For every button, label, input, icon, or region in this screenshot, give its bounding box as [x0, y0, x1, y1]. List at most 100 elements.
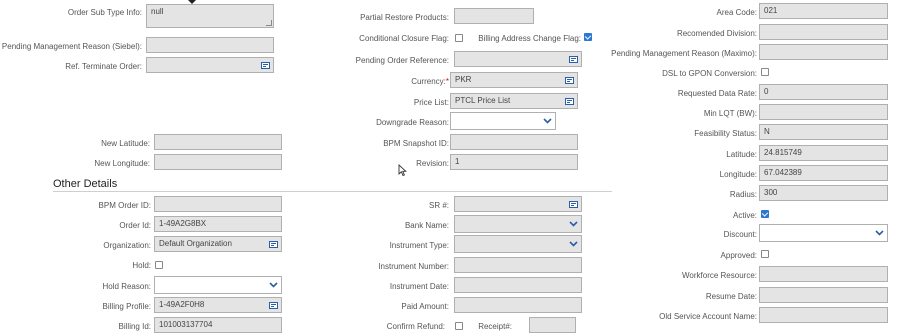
price-list-field[interactable]: PTCL Price List: [450, 93, 578, 109]
old-service-account-name-label: Old Service Account Name:: [659, 312, 757, 321]
price-list-label: Price List:: [413, 98, 449, 107]
chevron-down-icon[interactable]: [873, 227, 886, 239]
area-code-label: Area Code:: [716, 8, 757, 17]
picker-icon[interactable]: [563, 95, 576, 107]
new-latitude-label: New Latitude:: [101, 139, 150, 148]
longitude-field[interactable]: 67.042389: [759, 165, 888, 181]
discount-label: Discount:: [723, 230, 757, 239]
price-list-value: PTCL Price List: [455, 96, 511, 105]
picker-icon[interactable]: [267, 238, 280, 250]
organization-value: Default Organization: [159, 239, 232, 248]
chevron-down-icon[interactable]: [567, 218, 580, 230]
sr-number-label: SR #:: [428, 201, 449, 210]
picker-icon[interactable]: [267, 299, 280, 311]
revision-label: Revision:: [416, 159, 449, 168]
ref-terminate-order-label: Ref. Terminate Order:: [65, 62, 142, 71]
dsl-to-gpon-checkbox[interactable]: [761, 68, 769, 76]
sr-number-field[interactable]: [454, 196, 582, 212]
new-longitude-field[interactable]: [154, 154, 282, 170]
recommended-division-field[interactable]: [759, 24, 888, 40]
min-lqt-field[interactable]: [759, 104, 888, 120]
feasibility-status-field[interactable]: N: [759, 124, 888, 140]
pending-order-reference-field[interactable]: [454, 51, 582, 67]
required-marker: *: [445, 77, 449, 86]
billing-address-change-flag-checkbox[interactable]: [584, 33, 592, 41]
picker-icon[interactable]: [259, 59, 272, 71]
resume-date-field[interactable]: [759, 287, 888, 303]
latitude-field[interactable]: 24.815749: [759, 145, 888, 161]
instrument-type-label: Instrument Type:: [389, 241, 449, 250]
currency-value: PKR: [455, 75, 472, 84]
new-latitude-field[interactable]: [154, 134, 282, 150]
approved-label: Approved:: [720, 251, 757, 260]
other-details-heading: Other Details: [53, 178, 118, 190]
conditional-closure-flag-checkbox[interactable]: [455, 34, 463, 42]
active-checkbox[interactable]: [761, 210, 769, 218]
hold-reason-label: Hold Reason:: [102, 282, 151, 291]
picker-icon[interactable]: [563, 74, 576, 86]
old-service-account-name-field[interactable]: [759, 307, 888, 323]
currency-label: Currency:*: [411, 76, 449, 87]
hold-label: Hold:: [132, 261, 151, 270]
mouse-cursor-icon: [398, 164, 407, 177]
billing-profile-value: 1-49A2F0H8: [159, 300, 205, 309]
dsl-to-gpon-label: DSL to GPON Conversion:: [662, 69, 757, 78]
area-code-field[interactable]: 021: [759, 3, 888, 19]
pending-mgmt-reason-siebel-field[interactable]: [146, 37, 274, 53]
revision-field[interactable]: 1: [450, 154, 578, 170]
downgrade-reason-label: Downgrade Reason:: [376, 118, 449, 127]
chevron-down-icon[interactable]: [267, 279, 280, 291]
order-sub-type-info-value: null: [151, 7, 164, 16]
picker-icon[interactable]: [567, 53, 580, 65]
radius-label: Radius:: [729, 190, 757, 199]
chevron-down-icon[interactable]: [567, 238, 580, 250]
paid-amount-field[interactable]: [454, 297, 582, 313]
new-longitude-label: New Longitude:: [94, 159, 150, 168]
bank-name-label: Bank Name:: [404, 221, 449, 230]
order-id-field[interactable]: 1-49A2G8BX: [154, 216, 282, 232]
partial-restore-products-field[interactable]: [454, 8, 534, 24]
pending-mgmt-reason-maximo-label: Pending Management Reason (Maximo):: [611, 49, 757, 58]
downgrade-reason-select[interactable]: [450, 112, 556, 130]
instrument-date-field[interactable]: [454, 277, 582, 293]
billing-profile-field[interactable]: 1-49A2F0H8: [154, 297, 282, 313]
confirm-refund-checkbox[interactable]: [455, 322, 463, 330]
bpm-order-id-field[interactable]: [154, 196, 282, 212]
chevron-down-icon[interactable]: [541, 115, 554, 127]
resize-handle-icon[interactable]: [266, 20, 272, 26]
currency-label-text: Currency:: [411, 77, 446, 86]
instrument-number-field[interactable]: [454, 257, 582, 273]
bank-name-select[interactable]: [454, 215, 582, 233]
paid-amount-label: Paid Amount:: [401, 302, 449, 311]
hold-reason-select[interactable]: [154, 276, 282, 294]
ref-terminate-order-field[interactable]: [146, 57, 274, 73]
approved-checkbox[interactable]: [761, 250, 769, 258]
instrument-type-select[interactable]: [454, 235, 582, 253]
hold-checkbox[interactable]: [155, 261, 163, 269]
partial-restore-products-label: Partial Restore Products:: [360, 13, 449, 22]
bpm-snapshot-id-field[interactable]: [450, 134, 578, 150]
billing-id-field[interactable]: 101003137704: [154, 317, 282, 333]
workforce-resource-field[interactable]: [759, 266, 888, 282]
workforce-resource-label: Workforce Resource:: [682, 271, 757, 280]
organization-field[interactable]: Default Organization: [154, 236, 282, 252]
discount-select[interactable]: [759, 224, 888, 242]
pending-order-reference-label: Pending Order Reference:: [355, 56, 449, 65]
min-lqt-label: Min LQT (BW):: [703, 109, 757, 118]
picker-icon[interactable]: [567, 198, 580, 210]
pending-mgmt-reason-siebel-label: Pending Management Reason (Siebel):: [1, 42, 142, 51]
requested-data-rate-field[interactable]: 0: [759, 84, 888, 100]
billing-profile-label: Billing Profile:: [102, 302, 151, 311]
order-sub-type-info-label: Order Sub Type Info:: [67, 8, 142, 17]
recommended-division-label: Recomended Division:: [676, 29, 757, 38]
pending-mgmt-reason-maximo-field[interactable]: [759, 44, 888, 60]
order-sub-type-info-field[interactable]: null: [146, 4, 274, 28]
bpm-snapshot-id-label: BPM Snapshot ID:: [383, 139, 449, 148]
order-id-label: Order Id:: [119, 221, 151, 230]
receipt-number-field[interactable]: [529, 317, 576, 333]
longitude-label: Longitude:: [719, 170, 757, 179]
bpm-order-id-label: BPM Order ID:: [98, 201, 151, 210]
currency-field[interactable]: PKR: [450, 72, 578, 88]
requested-data-rate-label: Requested Data Rate:: [677, 89, 757, 98]
radius-field[interactable]: 300: [759, 185, 888, 201]
